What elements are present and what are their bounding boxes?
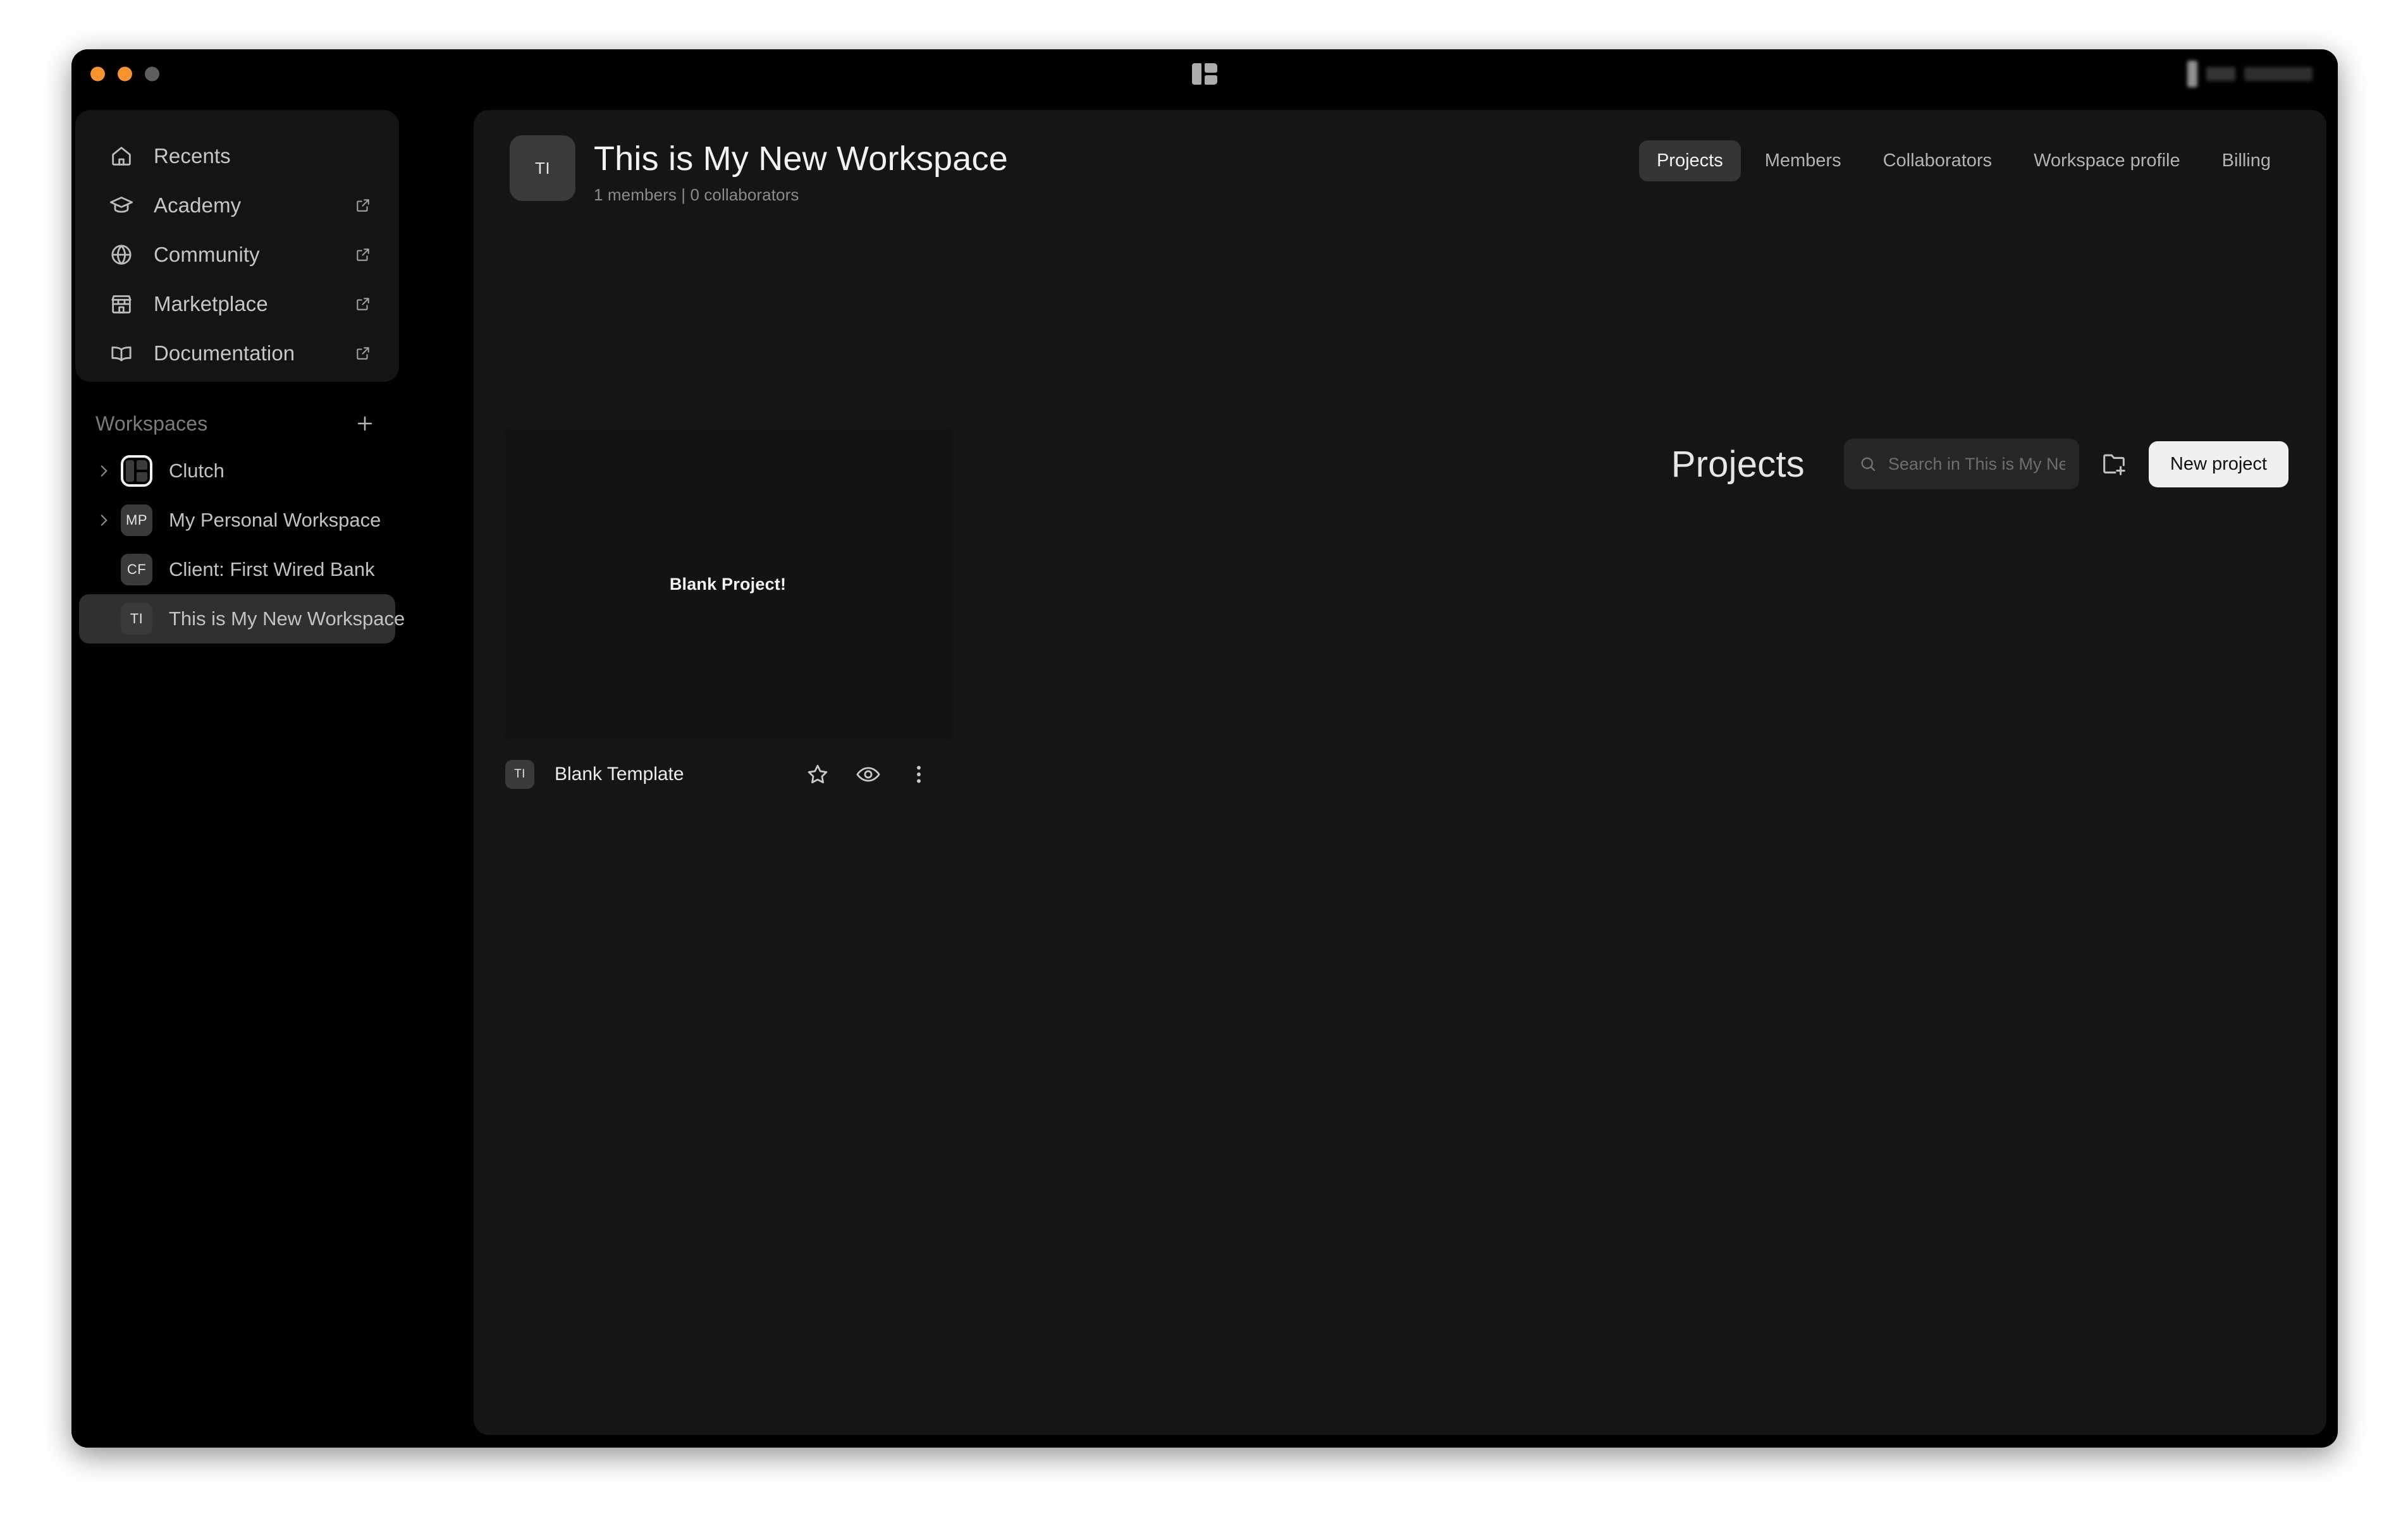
app-window: Recents Academy Community Marketplace Do… (71, 49, 2338, 1448)
external-link-icon (355, 296, 371, 312)
workspace-item-this-is-my-new-workspace[interactable]: TI This is My New Workspace (79, 594, 405, 644)
eye-icon[interactable] (852, 758, 885, 791)
workspace-item-my-personal-workspace[interactable]: MP My Personal Workspace (79, 496, 395, 545)
graduation-cap-icon (108, 192, 135, 219)
project-card-footer: TI Blank Template (501, 755, 954, 794)
traffic-lights (90, 66, 159, 82)
projects-title: Projects (1671, 443, 1805, 485)
tab-collaborators[interactable]: Collaborators (1865, 140, 2010, 181)
workspaces-title: Workspaces (95, 412, 208, 435)
workspace-avatar: MP (121, 504, 152, 536)
search-input[interactable] (1888, 454, 2065, 474)
workspaces-section: Workspaces Clutch MP My Personal Workspa… (75, 401, 405, 644)
workspace-tabs: Projects Members Collaborators Workspace… (1638, 140, 2288, 181)
tab-projects[interactable]: Projects (1638, 140, 1741, 181)
sidebar-item-label: Documentation (154, 341, 295, 365)
workspace-badge: TI (510, 135, 575, 201)
more-vertical-icon[interactable] (902, 758, 935, 791)
redacted-control (2206, 67, 2235, 81)
workspace-avatar: TI (121, 603, 152, 635)
sidebar-item-documentation[interactable]: Documentation (75, 329, 399, 378)
workspaces-header: Workspaces (75, 401, 399, 446)
external-link-icon (355, 345, 371, 362)
project-card-actions (801, 758, 950, 791)
star-icon[interactable] (801, 758, 834, 791)
minimize-button[interactable] (118, 66, 132, 82)
sidebar-item-marketplace[interactable]: Marketplace (75, 279, 399, 329)
clutch-logo-icon (1192, 63, 1217, 85)
search-container[interactable] (1843, 439, 2079, 489)
workspace-meta: 1 members | 0 collaborators (594, 185, 799, 205)
page-title: This is My New Workspace (594, 140, 1008, 178)
sidebar-item-label: Recents (154, 144, 231, 168)
close-button[interactable] (90, 66, 105, 82)
workspace-logo-avatar (121, 455, 152, 487)
window-titlebar (71, 49, 2338, 99)
chevron-placeholder (93, 608, 114, 630)
workspace-item-label: My Personal Workspace (169, 509, 381, 531)
sidebar-item-label: Academy (154, 193, 242, 217)
sidebar-item-label: Marketplace (154, 292, 268, 315)
sidebar-item-academy[interactable]: Academy (75, 181, 399, 230)
home-icon (108, 143, 135, 169)
sidebar-item-community[interactable]: Community (75, 230, 399, 279)
folder-plus-icon[interactable] (2096, 446, 2132, 482)
workspace-header: TI This is My New Workspace 1 members | … (474, 110, 2326, 211)
project-workspace-avatar: TI (505, 760, 534, 789)
chevron-right-icon[interactable] (93, 510, 114, 531)
search-icon (1858, 454, 1878, 474)
external-link-icon (355, 247, 371, 263)
sidebar: Recents Academy Community Marketplace Do… (71, 99, 476, 1448)
titlebar-right-controls (2187, 61, 2313, 87)
sidebar-nav-panel: Recents Academy Community Marketplace Do… (75, 110, 399, 382)
project-thumbnail[interactable]: Blank Project! (501, 426, 954, 742)
store-icon (108, 291, 135, 317)
add-workspace-button[interactable] (351, 410, 379, 437)
zoom-button[interactable] (145, 66, 159, 82)
tab-members[interactable]: Members (1747, 140, 1859, 181)
chevron-right-icon[interactable] (93, 460, 114, 482)
projects-toolbar: Projects New project (1671, 439, 2288, 489)
new-project-button[interactable]: New project (2148, 441, 2288, 487)
chevron-placeholder (93, 559, 114, 580)
main-content-panel: TI This is My New Workspace 1 members | … (474, 110, 2326, 1435)
globe-icon (108, 241, 135, 268)
redacted-control (2244, 67, 2313, 81)
sidebar-item-recents[interactable]: Recents (75, 131, 399, 181)
redacted-indicator (2187, 61, 2197, 87)
project-thumbnail-text: Blank Project! (669, 574, 787, 594)
external-link-icon (355, 197, 371, 214)
workspace-heading: This is My New Workspace 1 members | 0 c… (594, 140, 1008, 205)
workspace-item-label: This is My New Workspace (169, 607, 405, 630)
workspace-item-clutch[interactable]: Clutch (79, 446, 395, 496)
project-card[interactable]: Blank Project! TI Blank Template (501, 426, 954, 818)
project-name: Blank Template (555, 764, 684, 784)
book-open-icon (108, 340, 135, 367)
workspace-item-label: Clutch (169, 460, 224, 482)
tab-billing[interactable]: Billing (2204, 140, 2288, 181)
tab-workspace-profile[interactable]: Workspace profile (2016, 140, 2198, 181)
window-body: Recents Academy Community Marketplace Do… (71, 99, 2338, 1448)
workspace-item-label: Client: First Wired Bank (169, 558, 375, 580)
workspace-avatar: CF (121, 554, 152, 585)
workspace-item-client-first-wired-bank[interactable]: CF Client: First Wired Bank (79, 545, 395, 594)
sidebar-item-label: Community (154, 243, 260, 266)
